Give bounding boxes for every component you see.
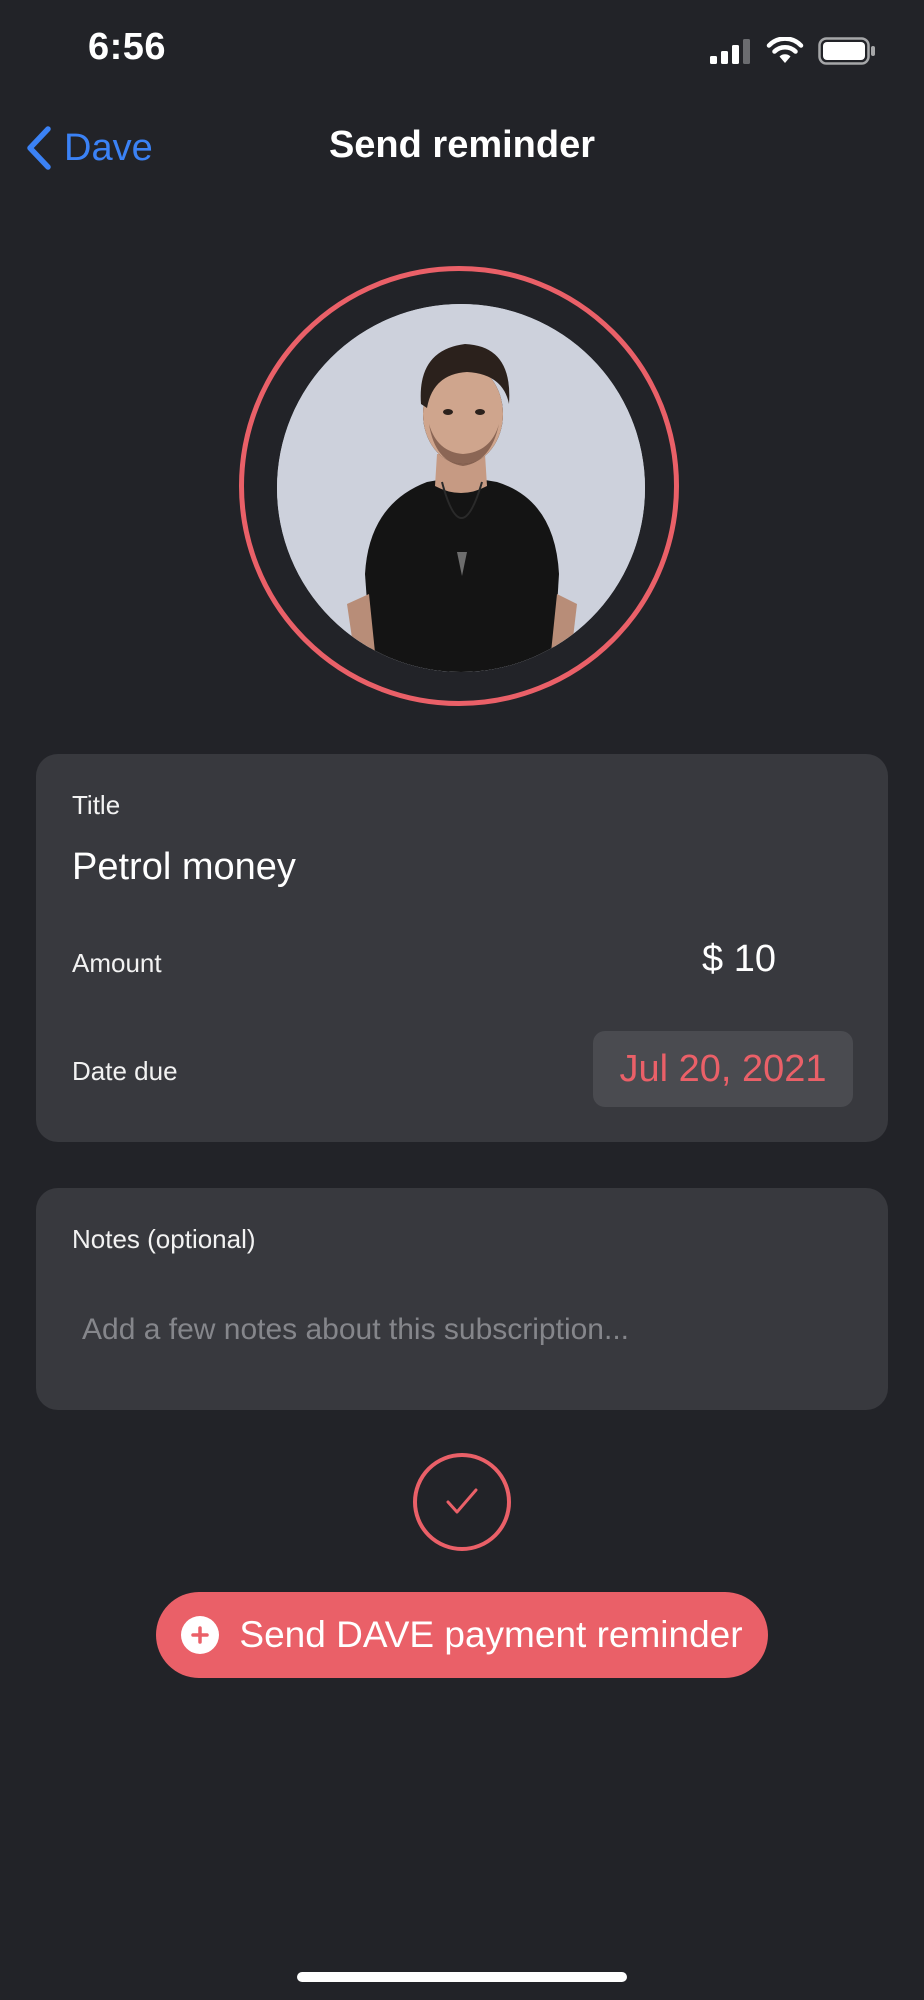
- notes-card: Notes (optional): [36, 1188, 888, 1410]
- battery-icon: [818, 37, 875, 65]
- plus-circle-icon: [181, 1616, 220, 1654]
- avatar: [277, 304, 645, 672]
- title-label: Title: [72, 790, 121, 820]
- signal-icon: [710, 39, 750, 64]
- confirm-button[interactable]: [413, 1453, 511, 1551]
- notes-label: Notes (optional): [72, 1224, 256, 1254]
- date-due-picker[interactable]: Jul 20, 2021: [593, 1031, 853, 1107]
- date-due-label: Date due: [72, 1056, 178, 1086]
- avatar-photo: [277, 304, 645, 672]
- details-card: Title Petrol money Amount $ 10 Date due …: [36, 754, 888, 1142]
- send-reminder-label: Send DAVE payment reminder: [239, 1614, 743, 1655]
- send-reminder-button[interactable]: Send DAVE payment reminder: [156, 1592, 768, 1678]
- status-time: 6:56: [88, 26, 167, 68]
- notes-input[interactable]: [72, 1300, 862, 1360]
- page-title: Send reminder: [328, 124, 596, 166]
- title-field[interactable]: Petrol money: [72, 846, 296, 889]
- wifi-icon: [766, 37, 804, 63]
- status-icons: [710, 34, 876, 68]
- amount-label: Amount: [72, 948, 162, 978]
- home-indicator[interactable]: [297, 1972, 627, 1982]
- checkmark-icon: [446, 1488, 478, 1514]
- amount-field[interactable]: $ 10: [702, 938, 776, 981]
